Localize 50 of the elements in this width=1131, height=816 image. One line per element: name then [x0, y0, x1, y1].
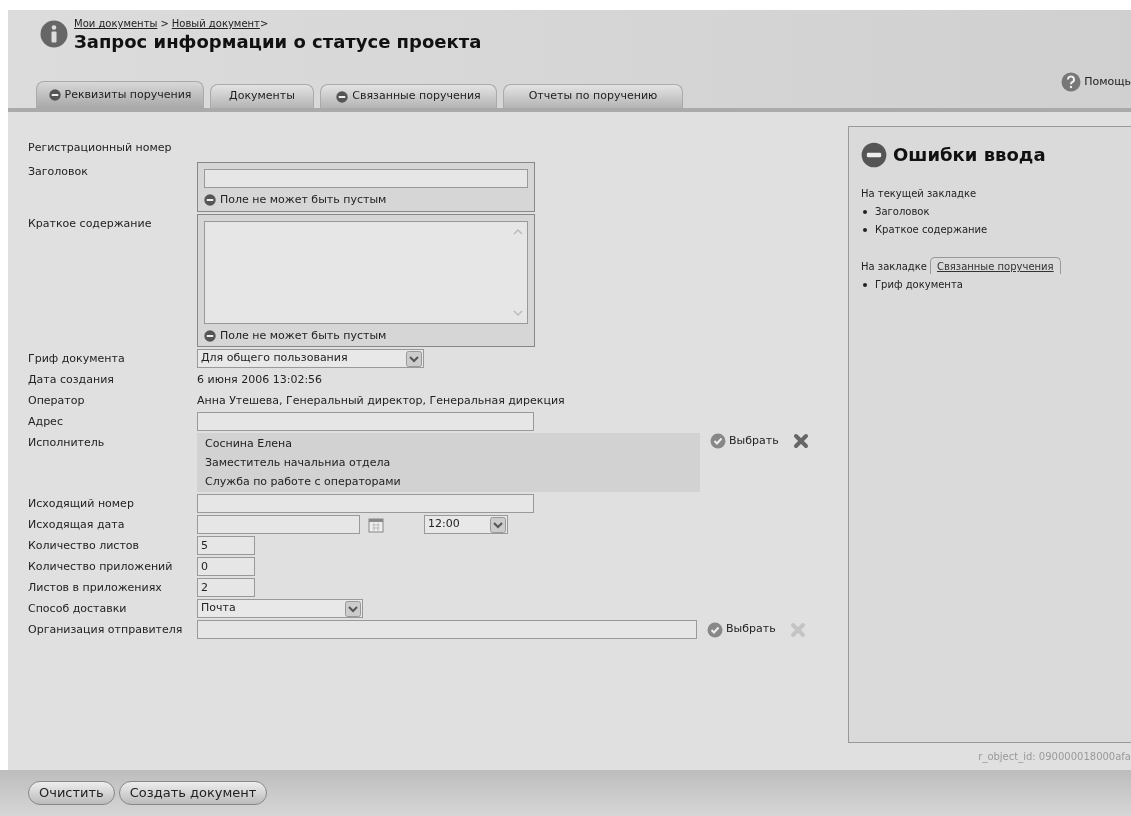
field-label: Способ доставки [28, 601, 128, 617]
error-item: Заголовок [875, 205, 930, 219]
field-label: Оператор [28, 393, 86, 409]
executor-line: Служба по работе с операторами [205, 474, 402, 490]
group-heading: На текущей закладке [861, 187, 977, 201]
error-message: Поле не может быть пустым [220, 192, 387, 208]
field-label: Регистрационный номер [28, 140, 173, 156]
number-input[interactable]: 0 [197, 557, 255, 576]
error-item: Краткое содержание [875, 223, 988, 237]
action-button[interactable]: Создать документ [118, 781, 268, 805]
tab[interactable]: Отчеты по поручению [503, 84, 683, 108]
choose-button[interactable]: Выбрать [707, 621, 776, 638]
number-input[interactable]: 2 [197, 578, 255, 597]
dropdown[interactable]: 12:00 [424, 515, 508, 534]
field-label: Заголовок [28, 164, 89, 180]
help-button[interactable]: Помощь [1061, 72, 1131, 92]
breadcrumb-separator: > [160, 17, 169, 31]
breadcrumb-link[interactable]: Мои документы [74, 16, 158, 31]
tab[interactable]: Документы [210, 84, 314, 108]
error-item: Гриф документа [875, 278, 963, 292]
field-value: Анна Утешева, Генеральный директор, Генеральная дирекция [197, 393, 565, 409]
group-heading: На закладке [861, 260, 927, 274]
page-title: Запрос информации о статусе проекта [74, 31, 482, 53]
field-label: Адрес [28, 414, 64, 430]
tab[interactable]: Реквизиты поручения [36, 81, 204, 108]
executor-line: Соснина Елена [205, 436, 293, 452]
object-id: r_object_id: 090000018000afa [978, 750, 1131, 764]
field-label: Дата создания [28, 372, 115, 388]
breadcrumb-link[interactable]: Новый документ [171, 16, 260, 31]
dropdown[interactable]: Почта [197, 599, 363, 618]
field-label: Количество листов [28, 538, 140, 554]
breadcrumb-separator: > [259, 17, 269, 31]
number-input[interactable]: 5 [197, 536, 255, 555]
field-label: Исходящий номер [28, 496, 135, 512]
field-label: Количество приложений [28, 559, 174, 575]
panel-title: Ошибки ввода [893, 143, 1046, 167]
choose-button[interactable]: Выбрать [710, 433, 779, 450]
field-label: Гриф документа [28, 351, 126, 367]
field-label: Листов в приложениях [28, 580, 163, 596]
dropdown[interactable]: Для общего пользования [197, 349, 424, 368]
tab-link[interactable]: Связанные поручения [929, 257, 1061, 274]
field-label: Организация отправителя [28, 622, 184, 638]
tab[interactable]: Связанные поручения [320, 84, 497, 108]
field-label: Исполнитель [28, 435, 106, 451]
field-value: 6 июня 2006 13:02:56 [197, 372, 323, 388]
action-button[interactable]: Очистить [28, 781, 115, 805]
executor-line: Заместитель начальниа отдела [205, 455, 392, 471]
field-label: Краткое содержание [28, 215, 153, 232]
field-label: Исходящая дата [28, 517, 126, 533]
error-message: Поле не может быть пустым [220, 327, 387, 344]
